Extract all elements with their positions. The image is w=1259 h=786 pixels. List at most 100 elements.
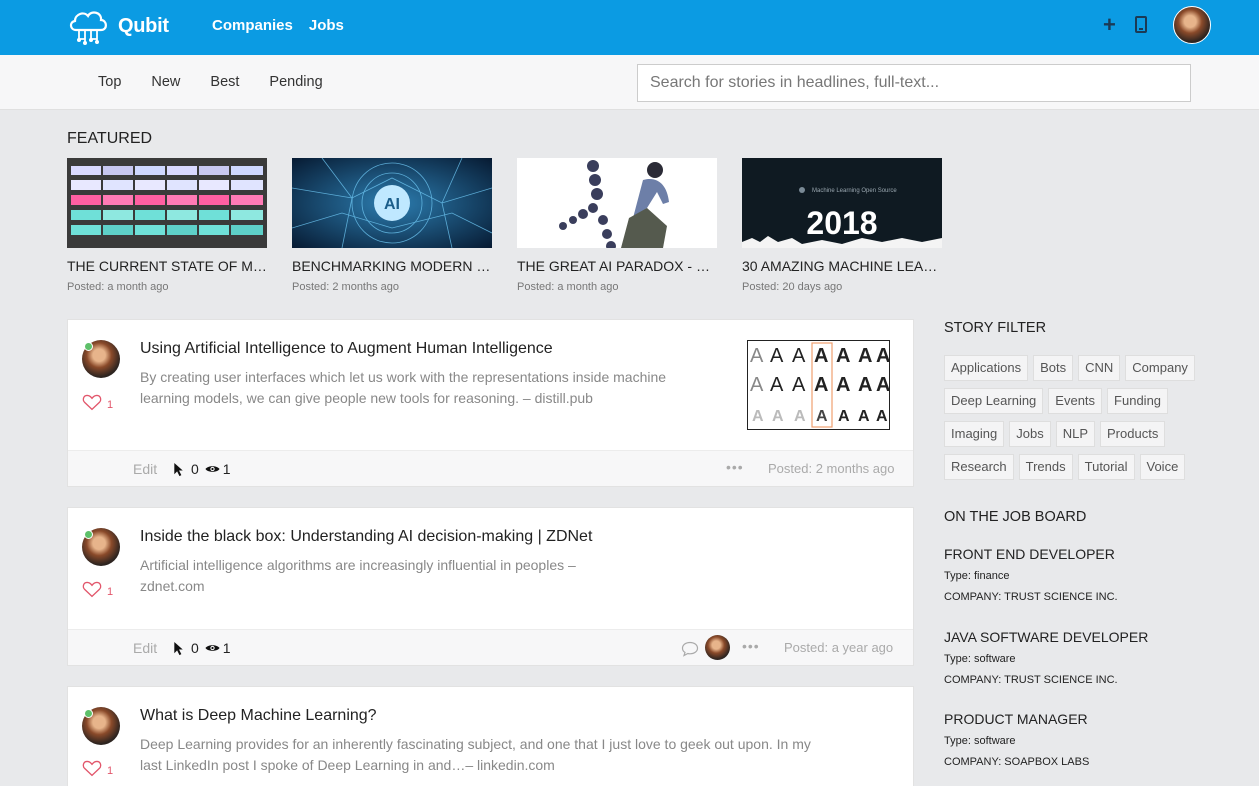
story-tabs-bar: Top New Best Pending bbox=[0, 55, 1259, 110]
story-filter-heading: STORY FILTER bbox=[944, 320, 1047, 336]
brand[interactable]: Qubit bbox=[66, 6, 169, 46]
online-indicator bbox=[84, 342, 93, 351]
tag-list: Applications Bots CNN Company Deep Learn… bbox=[944, 355, 1214, 480]
tag-company[interactable]: Company bbox=[1125, 355, 1195, 381]
featured-card[interactable]: Machine Learning Open Source 2018 30 AMA… bbox=[742, 158, 942, 293]
tab-pending[interactable]: Pending bbox=[269, 74, 322, 90]
svg-text:A: A bbox=[876, 345, 889, 367]
edit-button[interactable]: Edit bbox=[133, 461, 157, 477]
more-dots-icon[interactable]: ••• bbox=[742, 638, 760, 654]
click-count: 0 bbox=[191, 461, 199, 477]
job-type: Type: software bbox=[944, 653, 1016, 665]
job-company: COMPANY: TRUST SCIENCE INC. bbox=[944, 591, 1118, 603]
nav-companies[interactable]: Companies bbox=[212, 17, 293, 34]
featured-posted: Posted: 2 months ago bbox=[292, 281, 400, 293]
tag-events[interactable]: Events bbox=[1048, 388, 1103, 414]
featured-card[interactable]: THE GREAT AI PARADOX - MIT SLOAN Posted:… bbox=[517, 158, 717, 293]
tag-research[interactable]: Research bbox=[944, 454, 1014, 480]
featured-card[interactable]: AI BENCHMARKING MODERN DISTRIBUTED STREA… bbox=[292, 158, 492, 293]
job-listing[interactable]: JAVA SOFTWARE DEVELOPER Type: software C… bbox=[944, 629, 1244, 686]
top-navbar: Qubit Companies Jobs + bbox=[0, 0, 1259, 55]
more-dots-icon[interactable]: ••• bbox=[726, 459, 744, 475]
svg-text:A: A bbox=[770, 345, 784, 367]
commenter-avatar[interactable] bbox=[705, 635, 730, 660]
job-listing[interactable]: PRODUCT MANAGER Type: software COMPANY: … bbox=[944, 711, 1244, 768]
featured-title[interactable]: THE GREAT AI PARADOX - MIT SLOAN bbox=[517, 258, 717, 274]
svg-text:AI: AI bbox=[384, 196, 400, 213]
tag-cnn[interactable]: CNN bbox=[1078, 355, 1121, 381]
thumb-year: 2018 bbox=[806, 205, 877, 241]
svg-text:A: A bbox=[876, 374, 889, 396]
posted-time: Posted: a year ago bbox=[784, 640, 894, 655]
tag-bots[interactable]: Bots bbox=[1033, 355, 1074, 381]
cursor-icon bbox=[174, 462, 183, 476]
posted-time: Posted: 2 months ago bbox=[768, 461, 895, 476]
comment-icon[interactable] bbox=[681, 641, 699, 657]
author-avatar[interactable] bbox=[82, 707, 120, 745]
view-count: 1 bbox=[222, 461, 231, 477]
brand-name: Qubit bbox=[118, 14, 169, 37]
tab-new[interactable]: New bbox=[151, 74, 180, 90]
story-tabs: Top New Best Pending bbox=[98, 74, 353, 90]
story-title[interactable]: What is Deep Machine Learning? bbox=[140, 707, 377, 725]
tag-voice[interactable]: Voice bbox=[1139, 454, 1186, 480]
featured-title[interactable]: 30 AMAZING MACHINE LEARNING PROJECTS bbox=[742, 258, 942, 274]
featured-posted: Posted: a month ago bbox=[67, 281, 169, 293]
tag-applications[interactable]: Applications bbox=[944, 355, 1029, 381]
like-count: 1 bbox=[107, 399, 114, 411]
tablet-icon[interactable] bbox=[1135, 16, 1147, 33]
tag-jobs[interactable]: Jobs bbox=[1009, 421, 1051, 447]
svg-text:A: A bbox=[750, 345, 764, 367]
story-footer: Edit 0 1 ••• Posted: 2 months ago bbox=[68, 450, 913, 486]
edit-button[interactable]: Edit bbox=[133, 640, 157, 656]
job-listing[interactable]: FRONT END DEVELOPER Type: finance COMPAN… bbox=[944, 546, 1244, 603]
featured-posted: Posted: 20 days ago bbox=[742, 281, 843, 293]
tag-tutorial[interactable]: Tutorial bbox=[1077, 454, 1135, 480]
job-title[interactable]: JAVA SOFTWARE DEVELOPER bbox=[944, 629, 1244, 645]
heart-icon bbox=[82, 581, 102, 598]
svg-text:A: A bbox=[792, 345, 806, 367]
story-excerpt: Deep Learning provides for an inherently… bbox=[140, 736, 811, 773]
job-title[interactable]: FRONT END DEVELOPER bbox=[944, 546, 1244, 562]
tag-funding[interactable]: Funding bbox=[1107, 388, 1169, 414]
search-input[interactable] bbox=[637, 64, 1191, 102]
svg-text:A: A bbox=[770, 374, 784, 396]
author-avatar[interactable] bbox=[82, 340, 120, 378]
main-nav: Companies Jobs bbox=[212, 17, 344, 34]
featured-title[interactable]: THE CURRENT STATE OF MACHINE INTELLIGENC… bbox=[67, 258, 267, 274]
svg-text:A: A bbox=[814, 345, 828, 367]
job-title[interactable]: PRODUCT MANAGER bbox=[944, 711, 1244, 727]
author-avatar[interactable] bbox=[82, 528, 120, 566]
featured-thumbnail bbox=[67, 158, 267, 248]
featured-thumbnail: AI bbox=[292, 158, 492, 248]
tag-nlp[interactable]: NLP bbox=[1055, 421, 1096, 447]
like-button[interactable]: 1 bbox=[82, 393, 113, 411]
plus-icon[interactable]: + bbox=[1103, 14, 1116, 36]
tag-imaging[interactable]: Imaging bbox=[944, 421, 1005, 447]
tab-best[interactable]: Best bbox=[210, 74, 239, 90]
click-count: 0 bbox=[191, 640, 199, 656]
tag-trends[interactable]: Trends bbox=[1018, 454, 1073, 480]
user-avatar[interactable] bbox=[1173, 6, 1211, 44]
featured-card[interactable]: THE CURRENT STATE OF MACHINE INTELLIGENC… bbox=[67, 158, 267, 293]
job-type: Type: finance bbox=[944, 570, 1010, 582]
like-button[interactable]: 1 bbox=[82, 580, 113, 598]
like-count: 1 bbox=[107, 765, 114, 777]
nav-jobs[interactable]: Jobs bbox=[309, 17, 344, 34]
story-title[interactable]: Using Artificial Intelligence to Augment… bbox=[140, 340, 553, 358]
view-count: 1 bbox=[222, 640, 231, 656]
online-indicator bbox=[84, 709, 93, 718]
tag-products[interactable]: Products bbox=[1100, 421, 1166, 447]
story-footer: Edit 0 1 ••• Posted: a year ago bbox=[68, 629, 913, 665]
svg-text:A: A bbox=[814, 374, 828, 396]
tab-top[interactable]: Top bbox=[98, 74, 121, 90]
like-button[interactable]: 1 bbox=[82, 759, 113, 777]
story-title[interactable]: Inside the black box: Understanding AI d… bbox=[140, 528, 592, 546]
featured-thumbnail: Machine Learning Open Source 2018 bbox=[742, 158, 942, 248]
tag-deep-learning[interactable]: Deep Learning bbox=[944, 388, 1044, 414]
cursor-icon bbox=[174, 641, 183, 655]
featured-posted: Posted: a month ago bbox=[517, 281, 619, 293]
story-thumbnail[interactable]: AAAAAAA AAAAAAA AAAAAAA bbox=[747, 340, 890, 430]
svg-text:A: A bbox=[752, 408, 764, 425]
featured-title[interactable]: BENCHMARKING MODERN DISTRIBUTED STREAMIN… bbox=[292, 258, 492, 274]
